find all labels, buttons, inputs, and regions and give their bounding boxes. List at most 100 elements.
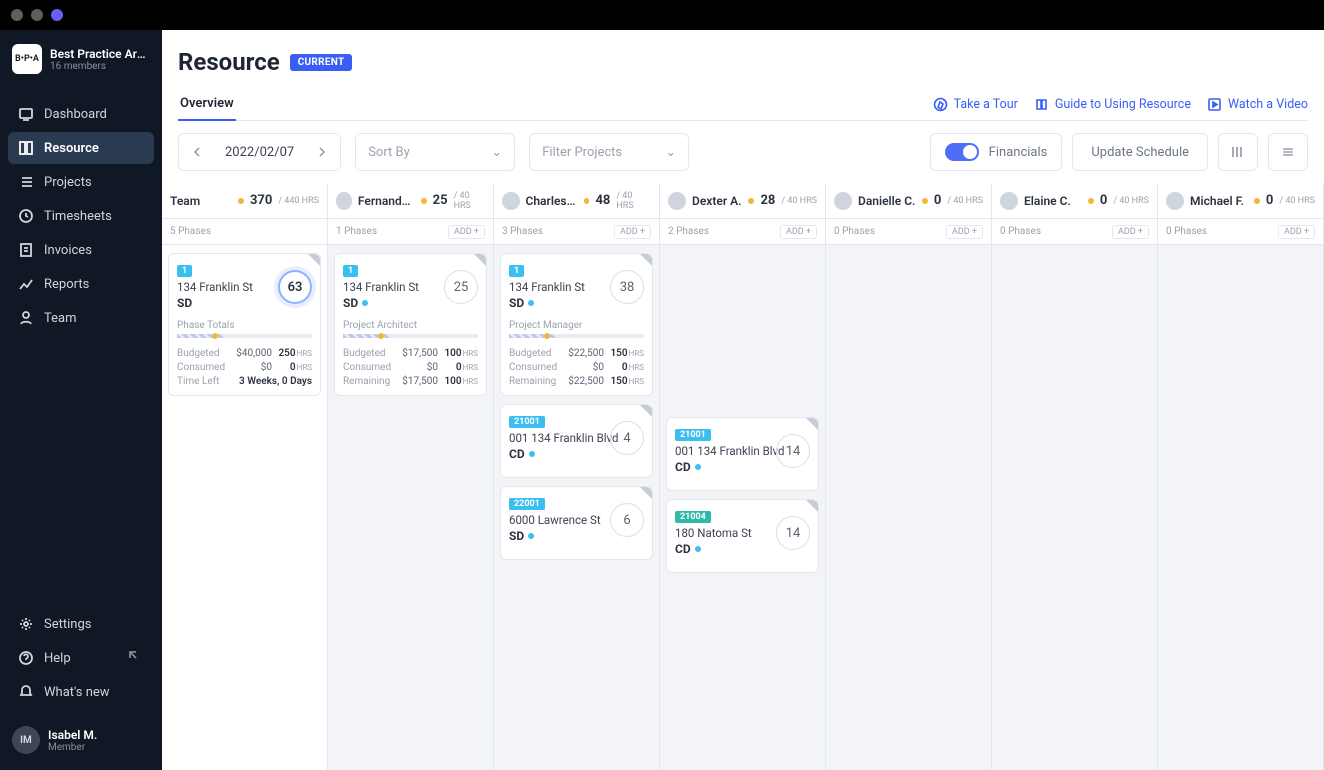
nav-projects[interactable]: Projects bbox=[8, 166, 154, 198]
nav-help[interactable]: Help bbox=[8, 642, 154, 674]
column-header[interactable]: Fernando A.25/ 40 HRS bbox=[328, 183, 493, 219]
resource-column: Team370/ 440 HRS5 Phases1134 Franklin St… bbox=[162, 183, 328, 770]
hours-assigned: 48 bbox=[595, 193, 610, 208]
hours-assigned: 28 bbox=[760, 193, 775, 208]
status-dot bbox=[421, 198, 426, 204]
phase-card[interactable]: 220016000 Lawrence StSD6 bbox=[500, 486, 653, 560]
traffic-close[interactable] bbox=[11, 9, 23, 21]
column-subheader: 2 Phases ADD + bbox=[660, 219, 825, 245]
phase-dot bbox=[528, 300, 534, 306]
nav-invoices[interactable]: Invoices bbox=[8, 234, 154, 266]
column-name: Fernando A. bbox=[358, 194, 415, 208]
toggle-label: Financials bbox=[989, 145, 1048, 160]
column-name: Team bbox=[170, 194, 200, 208]
hours-circle[interactable]: 6 bbox=[610, 503, 644, 537]
org-name: Best Practice Arch... bbox=[50, 47, 150, 61]
nav-team[interactable]: Team bbox=[8, 302, 154, 334]
resource-board: Team370/ 440 HRS5 Phases 1134 Franklin St… bbox=[162, 183, 1324, 770]
status-dot bbox=[238, 198, 244, 204]
stat-hours: 250HRS bbox=[272, 348, 312, 359]
update-schedule-button[interactable]: Update Schedule bbox=[1072, 133, 1208, 171]
column-subheader: 5 Phases bbox=[162, 219, 327, 245]
add-phase-button[interactable]: ADD + bbox=[946, 225, 983, 239]
nav-whatsnew[interactable]: What's new bbox=[8, 676, 154, 708]
stat-row: Time Left3 Weeks, 0 Days bbox=[177, 376, 312, 387]
phase-count: 3 Phases bbox=[502, 226, 543, 237]
phase-card[interactable]: 21001001 134 Franklin BlvdCD4 bbox=[500, 404, 653, 478]
hours-circle[interactable]: 14 bbox=[776, 434, 810, 468]
hours-circle[interactable]: 38 bbox=[610, 270, 644, 304]
column-body bbox=[826, 245, 991, 770]
phase-count: 2 Phases bbox=[668, 226, 709, 237]
nav-timesheets[interactable]: Timesheets bbox=[8, 200, 154, 232]
hours-circle[interactable]: 25 bbox=[444, 270, 478, 304]
phase-card[interactable]: 1134 Franklin StSD25Project ArchitectBud… bbox=[334, 253, 487, 396]
traffic-max[interactable] bbox=[51, 9, 63, 21]
phase-card[interactable]: 21004180 Natoma StCD14 bbox=[666, 499, 819, 573]
column-subheader: 3 Phases ADD + bbox=[494, 219, 659, 245]
nav-dashboard[interactable]: Dashboard bbox=[8, 98, 154, 130]
hours-circle[interactable]: 14 bbox=[776, 516, 810, 550]
nav-settings[interactable]: Settings bbox=[8, 608, 154, 640]
window-titlebar bbox=[0, 0, 1324, 30]
stat-label: Consumed bbox=[343, 362, 397, 373]
nav-reports[interactable]: Reports bbox=[8, 268, 154, 300]
phase-card[interactable]: 1134 Franklin StSD38Project ManagerBudge… bbox=[500, 253, 653, 396]
stat-row: Budgeted$40,000250HRS bbox=[177, 348, 312, 359]
link-video[interactable]: Watch a Video bbox=[1207, 97, 1308, 112]
hours-capacity: / 40 HRS bbox=[616, 191, 651, 211]
add-phase-button[interactable]: ADD + bbox=[614, 225, 651, 239]
tab-overview[interactable]: Overview bbox=[178, 88, 236, 121]
sort-by-select[interactable]: Sort By ⌄ bbox=[355, 133, 515, 171]
view-settings-button[interactable] bbox=[1268, 133, 1308, 171]
column-subheader: 1 PhasesADD + bbox=[328, 219, 493, 245]
link-take-tour[interactable]: Take a Tour bbox=[933, 97, 1018, 112]
column-header[interactable]: Elaine C.0/ 40 HRS bbox=[992, 183, 1157, 219]
hours-assigned: 0 bbox=[934, 193, 941, 208]
column-header[interactable]: Michael F.0/ 40 HRS bbox=[1158, 183, 1323, 219]
link-label: Take a Tour bbox=[954, 97, 1018, 112]
phase-dot bbox=[362, 300, 368, 306]
add-phase-button[interactable]: ADD + bbox=[448, 225, 485, 239]
financials-toggle[interactable]: Financials bbox=[930, 133, 1063, 171]
add-phase-button[interactable]: ADD + bbox=[780, 225, 817, 239]
date-value[interactable]: 2022/02/07 bbox=[217, 145, 302, 160]
hours-assigned: 0 bbox=[1100, 193, 1107, 208]
sidebar: B•P•A Best Practice Arch... 16 members D… bbox=[0, 30, 162, 770]
link-guide[interactable]: Guide to Using Resource bbox=[1034, 97, 1191, 112]
stat-row: Remaining$17,500100HRS bbox=[343, 376, 478, 387]
nav-resource[interactable]: Resource bbox=[8, 132, 154, 164]
hours-circle[interactable]: 63 bbox=[278, 270, 312, 304]
status-dot bbox=[922, 198, 928, 204]
phase-card[interactable]: 21001001 134 Franklin BlvdCD14 bbox=[666, 417, 819, 491]
traffic-min[interactable] bbox=[31, 9, 43, 21]
toggle-switch[interactable] bbox=[945, 143, 979, 161]
column-body: 1134 Franklin StSD38Project ManagerBudge… bbox=[494, 245, 659, 770]
add-phase-button[interactable]: ADD + bbox=[1278, 225, 1315, 239]
add-phase-button[interactable]: ADD + bbox=[1112, 225, 1149, 239]
nav-label: Timesheets bbox=[44, 209, 112, 224]
org-switcher[interactable]: B•P•A Best Practice Arch... 16 members bbox=[8, 40, 154, 84]
nav-label: Dashboard bbox=[44, 107, 107, 122]
column-header[interactable]: Charles Y.48/ 40 HRS bbox=[494, 183, 659, 219]
column-body: 21001001 134 Franklin BlvdCD14 21004180 N… bbox=[660, 245, 825, 770]
column-body bbox=[1158, 245, 1323, 770]
phase-dot bbox=[528, 533, 534, 539]
view-columns-button[interactable] bbox=[1218, 133, 1258, 171]
resource-column: Charles Y.48/ 40 HRS3 PhasesADD +1134 Fr… bbox=[494, 183, 660, 770]
stat-label: Consumed bbox=[177, 362, 233, 373]
monitor-icon bbox=[18, 106, 34, 122]
chart-icon bbox=[18, 276, 34, 292]
phase-card[interactable]: 1134 Franklin StSD63Phase TotalsBudgeted… bbox=[168, 253, 321, 396]
next-week[interactable] bbox=[308, 134, 336, 170]
role-label: Phase Totals bbox=[177, 320, 312, 331]
hours-circle[interactable]: 4 bbox=[610, 421, 644, 455]
filter-projects-select[interactable]: Filter Projects ⌄ bbox=[529, 133, 689, 171]
progress-bar bbox=[177, 334, 312, 338]
user-menu[interactable]: IM Isabel M. Member bbox=[8, 720, 154, 760]
column-header[interactable]: Team370/ 440 HRS bbox=[162, 183, 327, 219]
column-header[interactable]: Danielle C.0/ 40 HRS bbox=[826, 183, 991, 219]
hours-capacity: / 40 HRS bbox=[454, 191, 485, 211]
prev-week[interactable] bbox=[183, 134, 211, 170]
column-header[interactable]: Dexter A.28/ 40 HRS bbox=[660, 183, 825, 219]
